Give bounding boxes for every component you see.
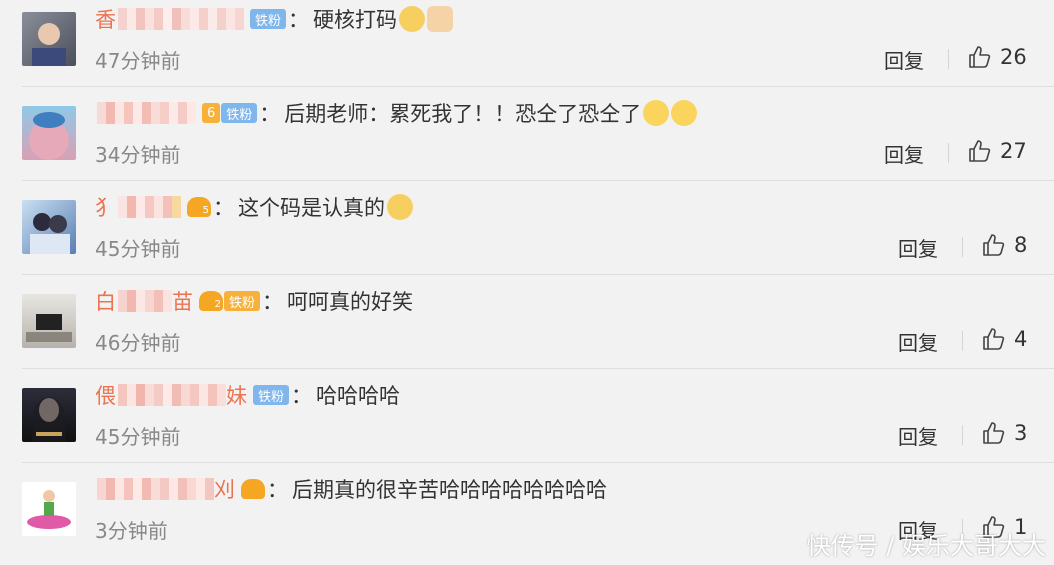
separator (22, 180, 1054, 181)
reply-button[interactable]: 回复 (884, 139, 924, 168)
level-badge: 6 (202, 103, 221, 123)
timestamp: 34分钟前 (95, 143, 181, 167)
comment-line: 偎 妹 铁粉 ： 哈哈哈哈 (95, 380, 400, 410)
colon: ： (291, 384, 313, 408)
reply-button[interactable]: 回复 (898, 421, 938, 450)
reply-button[interactable]: 回复 (884, 45, 924, 74)
comment-item: 犭 5 ： 这个码是认真的 45分钟前 回复 8 (0, 188, 1054, 282)
avatar[interactable] (22, 12, 76, 66)
separator (22, 462, 1054, 463)
cry-emoji (671, 100, 698, 126)
like-count: 27 (1000, 139, 1027, 163)
avatar[interactable] (22, 200, 76, 254)
tiefen-badge: 铁粉 (253, 385, 290, 405)
divider (962, 237, 963, 257)
doge-emoji (387, 194, 413, 220)
thumbs-up-icon (969, 46, 991, 68)
colon: ： (213, 196, 234, 220)
comment-text: 呵呵真的好笑 (287, 290, 414, 314)
comment-line: 香 铁粉 ： 硬核打码 (95, 4, 454, 34)
timestamp: 46分钟前 (95, 331, 181, 355)
username[interactable]: 香 (95, 4, 244, 34)
separator (22, 368, 1054, 369)
username[interactable]: 偎 妹 (95, 380, 247, 410)
comment-list: 香 铁粉 ： 硬核打码 47分钟前 回复 26 6 铁粉 ： 后期老师：累死我了… (0, 0, 1054, 565)
reply-button[interactable]: 回复 (898, 233, 938, 262)
timestamp: 45分钟前 (95, 425, 181, 449)
username[interactable]: 白 苗 (95, 286, 193, 316)
timestamp: 47分钟前 (95, 49, 181, 73)
username-mosaic (118, 384, 226, 406)
username[interactable]: 犭 (95, 192, 181, 222)
like-button[interactable]: 3 (982, 421, 1027, 445)
comment-line: 白 苗 2 铁粉 ： 呵呵真的好笑 (95, 286, 413, 316)
divider (948, 143, 949, 163)
comment-line: 刈 ： 后期真的很辛苦哈哈哈哈哈哈哈哈 (95, 474, 607, 504)
username-mosaic (118, 196, 181, 218)
avatar[interactable] (22, 388, 76, 442)
username[interactable]: 刈 (95, 474, 235, 504)
username[interactable] (95, 102, 196, 124)
thumbs-up-icon (983, 422, 1005, 444)
like-button[interactable]: 8 (982, 233, 1027, 257)
avatar[interactable] (22, 294, 76, 348)
like-button[interactable]: 4 (982, 327, 1027, 351)
like-count: 4 (1014, 327, 1028, 351)
thumbs-up-icon (983, 328, 1005, 350)
like-button[interactable]: 26 (968, 45, 1027, 69)
thumbs-up-icon (969, 140, 991, 162)
crown-badge: 5 (187, 197, 211, 217)
comment-text: 哈哈哈哈 (316, 384, 401, 408)
like-count: 3 (1014, 421, 1028, 445)
like-button[interactable]: 27 (968, 139, 1027, 163)
tiefen-badge: 铁粉 (250, 9, 287, 29)
comment-line: 6 铁粉 ： 后期老师：累死我了！！恐仝了恐仝了 (95, 98, 698, 128)
comment-item: 6 铁粉 ： 后期老师：累死我了！！恐仝了恐仝了 34分钟前 回复 27 (0, 94, 1054, 188)
colon: ： (288, 8, 310, 32)
crown-badge (241, 479, 265, 499)
colon: ： (267, 478, 288, 502)
divider (962, 425, 963, 445)
like-count: 8 (1014, 233, 1028, 257)
username-mosaic (118, 290, 172, 312)
thumbs-up-icon (983, 234, 1005, 256)
watermark: 快传号 / 娱乐大哥大大 (806, 532, 1046, 560)
timestamp: 45分钟前 (95, 237, 181, 261)
separator (22, 86, 1054, 87)
doge-emoji (399, 6, 426, 32)
username-mosaic (97, 478, 214, 500)
divider (948, 49, 949, 69)
comment-text: 后期真的很辛苦哈哈哈哈哈哈哈哈 (292, 478, 607, 502)
avatar[interactable] (22, 482, 76, 536)
comment-item: 白 苗 2 铁粉 ： 呵呵真的好笑 46分钟前 回复 4 (0, 282, 1054, 376)
tiefen-badge: 铁粉 (224, 291, 261, 311)
username-mosaic (97, 102, 196, 124)
separator (22, 274, 1054, 275)
comment-text: 硬核打码 (313, 8, 398, 32)
colon: ： (259, 102, 281, 126)
colon: ： (262, 290, 284, 314)
timestamp: 3分钟前 (95, 519, 168, 543)
comment-text: 后期老师：累死我了！！恐仝了恐仝了 (284, 102, 642, 126)
cry-emoji (643, 100, 670, 126)
comment-item: 香 铁粉 ： 硬核打码 47分钟前 回复 26 (0, 0, 1054, 94)
username-mosaic (118, 8, 244, 30)
reply-button[interactable]: 回复 (898, 327, 938, 356)
crown-badge: 2 (199, 291, 223, 311)
like-count: 26 (1000, 45, 1027, 69)
thumbs-up-emoji (427, 6, 454, 32)
comment-item: 偎 妹 铁粉 ： 哈哈哈哈 45分钟前 回复 3 (0, 376, 1054, 470)
comment-line: 犭 5 ： 这个码是认真的 (95, 192, 413, 222)
avatar[interactable] (22, 106, 76, 160)
comment-text: 这个码是认真的 (238, 196, 385, 220)
divider (962, 331, 963, 351)
tiefen-badge: 铁粉 (221, 103, 258, 123)
